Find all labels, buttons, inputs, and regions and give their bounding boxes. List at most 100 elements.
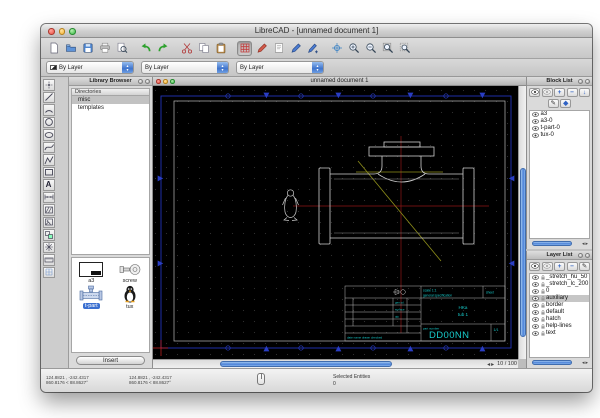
visibility-icon[interactable] xyxy=(532,111,539,117)
visibility-icon[interactable] xyxy=(532,118,539,124)
lock-icon[interactable] xyxy=(540,295,545,301)
lock-icon[interactable] xyxy=(540,309,545,315)
image-tool-button[interactable] xyxy=(42,216,55,228)
edit-layer-button[interactable]: ✎ xyxy=(579,261,590,271)
library-item-screw[interactable]: screw xyxy=(119,262,141,284)
point-tool-button[interactable] xyxy=(42,79,55,91)
document-titlebar[interactable]: unnamed document 1 xyxy=(153,77,526,86)
panel-float-button[interactable] xyxy=(577,252,583,258)
panel-close-button[interactable] xyxy=(144,78,150,84)
auxiliary-lines[interactable] xyxy=(356,160,443,262)
remove-layer-button[interactable]: − xyxy=(566,261,578,271)
hatch-tool-button[interactable] xyxy=(42,204,55,216)
layer-row[interactable]: _stretch_lc_200 xyxy=(530,281,589,288)
print-preview-button[interactable] xyxy=(114,41,129,56)
visibility-icon[interactable] xyxy=(532,295,539,301)
print-button[interactable] xyxy=(97,41,112,56)
scroll-arrows-icon[interactable]: ◂▸ xyxy=(582,241,589,247)
canvas-horizontal-scrollbar[interactable]: ◂▸ 10 / 100 xyxy=(153,359,518,368)
lock-icon[interactable] xyxy=(540,302,545,308)
tux-drawing[interactable] xyxy=(282,189,299,221)
lock-icon[interactable] xyxy=(540,281,545,287)
window-titlebar[interactable]: LibreCAD - [unnamed document 1] xyxy=(41,24,592,38)
show-all-blocks-button[interactable] xyxy=(529,87,540,97)
doc-minimize-button[interactable] xyxy=(163,79,168,84)
block-row-a3[interactable]: a3 xyxy=(530,111,589,118)
layer-row[interactable]: help-lines xyxy=(530,323,589,330)
horizontal-scroll-thumb[interactable] xyxy=(531,241,572,246)
library-browser-header[interactable]: Library Browser xyxy=(69,77,152,86)
panel-close-button[interactable] xyxy=(584,252,590,258)
copy-button[interactable] xyxy=(196,41,211,56)
edit-block-button[interactable]: ✎ xyxy=(547,98,559,108)
visibility-icon[interactable] xyxy=(532,323,539,329)
visibility-icon[interactable] xyxy=(532,132,539,138)
redo-button[interactable] xyxy=(155,41,170,56)
zoom-window-button[interactable] xyxy=(69,28,76,35)
save-file-button[interactable] xyxy=(80,41,95,56)
doc-close-button[interactable] xyxy=(156,79,161,84)
snap-grid-tool-button[interactable] xyxy=(42,266,55,278)
polyline-tool-button[interactable] xyxy=(42,154,55,166)
horizontal-scroll-thumb[interactable] xyxy=(531,360,572,365)
cut-button[interactable] xyxy=(179,41,194,56)
text-tool-button[interactable]: A xyxy=(42,179,55,191)
canvas-vertical-scrollbar[interactable] xyxy=(518,86,526,359)
rect-tool-button[interactable] xyxy=(42,166,55,178)
layer-row[interactable]: hatch xyxy=(530,316,589,323)
visibility-icon[interactable] xyxy=(532,309,539,315)
minimize-window-button[interactable] xyxy=(58,28,65,35)
block-row-a3-0[interactable]: a3-0 xyxy=(530,118,589,125)
remove-block-button[interactable]: − xyxy=(566,87,578,97)
ellipse-tool-button[interactable] xyxy=(42,129,55,141)
layer-row-selected[interactable]: auxiliary xyxy=(530,294,589,302)
insert-button[interactable]: Insert xyxy=(76,356,145,365)
layer-list-header[interactable]: Layer List xyxy=(527,251,592,260)
visibility-icon[interactable] xyxy=(532,281,539,287)
line-tool-button[interactable] xyxy=(42,91,55,103)
hide-all-blocks-button[interactable] xyxy=(541,87,553,97)
snap-free-button[interactable] xyxy=(329,41,344,56)
pen-attributes-button[interactable] xyxy=(254,41,269,56)
block-list-scrollbar[interactable]: ◂▸ xyxy=(529,240,590,247)
measure-tool-button[interactable] xyxy=(42,254,55,266)
zoom-auto-button[interactable] xyxy=(380,41,395,56)
layer-row[interactable]: text xyxy=(530,330,589,337)
width-combo[interactable]: By Layer ▴ ▾ xyxy=(141,61,229,74)
explode-tool-button[interactable] xyxy=(42,241,55,253)
paste-button[interactable] xyxy=(213,41,228,56)
arc-tool-button[interactable] xyxy=(42,104,55,116)
visibility-icon[interactable] xyxy=(532,330,539,336)
lock-icon[interactable] xyxy=(540,316,545,322)
add-block-button[interactable]: + xyxy=(554,87,565,97)
layer-row[interactable]: default xyxy=(530,309,589,316)
visibility-icon[interactable] xyxy=(532,288,539,294)
library-item-tux[interactable]: tux xyxy=(122,285,138,310)
layer-row[interactable]: _stretch_hu_50 xyxy=(530,274,589,281)
spline-tool-button[interactable] xyxy=(42,141,55,153)
centerlines[interactable] xyxy=(293,136,489,333)
zoom-out-button[interactable] xyxy=(363,41,378,56)
show-all-layers-button[interactable] xyxy=(529,261,540,271)
scroll-arrows-icon[interactable]: ◂▸ xyxy=(487,361,495,368)
drawing-canvas[interactable]: scale 1:1 general specification sheet ge… xyxy=(153,86,518,359)
block-tool-button[interactable] xyxy=(42,229,55,241)
panel-float-button[interactable] xyxy=(137,78,143,84)
zoom-in-button[interactable] xyxy=(346,41,361,56)
color-combo[interactable]: By Layer ▴ ▾ xyxy=(46,61,134,74)
visibility-icon[interactable] xyxy=(532,302,539,308)
lock-icon[interactable] xyxy=(540,274,545,280)
block-list-header[interactable]: Block List xyxy=(527,77,592,86)
zoom-window-button[interactable] xyxy=(397,41,412,56)
circle-tool-button[interactable] xyxy=(42,116,55,128)
library-item-t-part[interactable]: t-part xyxy=(79,285,103,310)
lock-icon[interactable] xyxy=(540,330,545,336)
add-layer-button[interactable]: + xyxy=(554,261,565,271)
directory-item-misc[interactable]: misc xyxy=(72,96,149,104)
directory-item-templates[interactable]: templates xyxy=(72,104,149,112)
lock-icon[interactable] xyxy=(540,288,545,294)
hide-all-layers-button[interactable] xyxy=(541,261,553,271)
insert-block-button[interactable]: ↓ xyxy=(579,87,590,97)
save-block-button[interactable]: ◆ xyxy=(560,98,572,108)
visibility-icon[interactable] xyxy=(532,125,539,131)
